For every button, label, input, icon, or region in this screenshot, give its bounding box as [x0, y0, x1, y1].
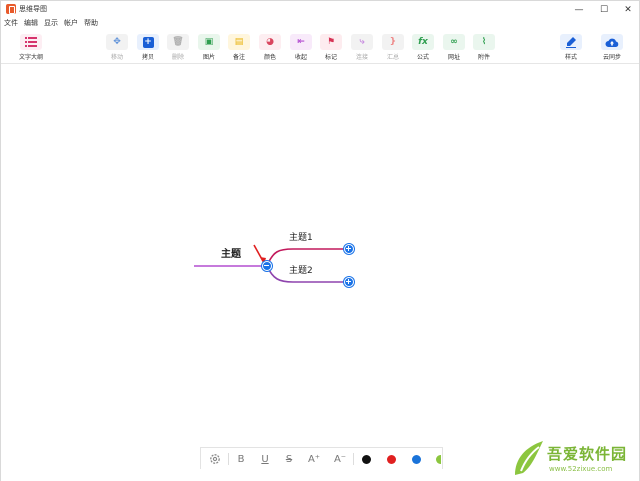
note-button[interactable]: ▤ 备注	[226, 34, 252, 61]
topic-node-2[interactable]: 主题2	[289, 263, 313, 276]
palette-icon: ◕	[259, 34, 281, 50]
sync-label: 云同步	[602, 54, 621, 61]
color-label: 颜色	[263, 54, 276, 61]
formula-label: 公式	[416, 54, 429, 61]
outline-button[interactable]: 文字大纲	[18, 34, 44, 61]
attachment-icon: ⌇	[473, 34, 495, 50]
app-window: 思维导图 — ☐ ✕ 文件 编辑 显示 帐户 帮助 文字大纲 ✥ 移动 + 拷贝	[0, 0, 640, 481]
link-button[interactable]: ∞ 网址	[441, 34, 467, 61]
attachment-button[interactable]: ⌇ 附件	[471, 34, 497, 61]
connect-button[interactable]: ⤷ 连接	[349, 34, 375, 61]
style-button[interactable]: 样式	[558, 34, 584, 61]
mindmap-canvas[interactable]: 主题 主题1 主题2	[1, 65, 639, 481]
note-label: 备注	[232, 54, 245, 61]
add-child-topic1[interactable]	[344, 244, 354, 254]
maximize-button[interactable]: ☐	[592, 1, 616, 18]
brush-icon	[560, 34, 582, 50]
trash-icon: 🗑	[167, 34, 189, 50]
window-title: 思维导图	[19, 5, 47, 13]
flag-icon: ⚑	[320, 34, 342, 50]
add-child-topic2[interactable]	[344, 277, 354, 287]
connect-label: 连接	[355, 54, 368, 61]
underline-button[interactable]: U	[257, 451, 273, 467]
watermark: 吾爱软件园 www.52zixue.com	[511, 439, 637, 479]
collapse-toggle-root[interactable]	[262, 261, 272, 271]
toolbar: 文字大纲 ✥ 移动 + 拷贝 🗑 删除 ▣ 图片 ▤ 备注 ◕ 颜色 ⇤ 收起 …	[1, 30, 639, 64]
menu-account[interactable]: 帐户	[61, 18, 81, 29]
color-swatch-green[interactable]	[436, 455, 441, 464]
formula-icon: fx	[412, 34, 434, 50]
summary-icon: }	[382, 34, 404, 50]
image-label: 图片	[202, 54, 215, 61]
flag-button[interactable]: ⚑ 标记	[318, 34, 344, 61]
menu-edit[interactable]: 编辑	[21, 18, 41, 29]
collapse-icon: ⇤	[290, 34, 312, 50]
link-label: 网址	[447, 54, 460, 61]
link-icon: ∞	[443, 34, 465, 50]
delete-button[interactable]: 🗑 删除	[165, 34, 191, 61]
attachment-label: 附件	[477, 54, 490, 61]
color-swatch-red[interactable]	[387, 455, 396, 464]
cloud-upload-icon	[601, 34, 623, 50]
divider	[228, 453, 229, 465]
text-format-bar: B U S A⁺ A⁻	[200, 447, 443, 469]
watermark-text: 吾爱软件园	[547, 445, 628, 463]
outline-label: 文字大纲	[18, 54, 43, 61]
topic-node-1[interactable]: 主题1	[289, 230, 313, 243]
formula-button[interactable]: fx 公式	[410, 34, 436, 61]
image-button[interactable]: ▣ 图片	[196, 34, 222, 61]
move-icon: ✥	[106, 34, 128, 50]
close-button[interactable]: ✕	[616, 1, 640, 18]
copy-label: 拷贝	[141, 54, 154, 61]
title-bar: 思维导图 — ☐ ✕	[1, 1, 639, 18]
copy-icon: +	[137, 34, 159, 50]
root-topic[interactable]: 主题	[221, 245, 241, 260]
app-logo-icon	[6, 4, 16, 14]
collapse-label: 收起	[294, 54, 307, 61]
font-size-increase-button[interactable]: A⁺	[305, 451, 323, 467]
menu-help[interactable]: 帮助	[81, 18, 101, 29]
watermark-logo-icon	[515, 441, 543, 475]
color-swatch-black[interactable]	[362, 455, 371, 464]
menu-bar: 文件 编辑 显示 帐户 帮助	[1, 18, 101, 29]
style-label: 样式	[564, 54, 577, 61]
collapse-button[interactable]: ⇤ 收起	[288, 34, 314, 61]
move-button[interactable]: ✥ 移动	[104, 34, 130, 61]
minimize-button[interactable]: —	[567, 1, 591, 18]
strikethrough-button[interactable]: S	[281, 451, 297, 467]
note-icon: ▤	[228, 34, 250, 50]
bold-button[interactable]: B	[233, 451, 249, 467]
menu-view[interactable]: 显示	[41, 18, 61, 29]
sync-button[interactable]: 云同步	[599, 34, 625, 61]
summary-label: 汇总	[386, 54, 399, 61]
font-size-decrease-button[interactable]: A⁻	[331, 451, 349, 467]
mindmap-branches	[194, 244, 347, 283]
summary-button[interactable]: } 汇总	[380, 34, 406, 61]
connect-icon: ⤷	[351, 34, 373, 50]
copy-button[interactable]: + 拷贝	[135, 34, 161, 61]
color-button[interactable]: ◕ 颜色	[257, 34, 283, 61]
settings-icon[interactable]	[207, 451, 223, 467]
menu-file[interactable]: 文件	[1, 18, 21, 29]
flag-label: 标记	[324, 54, 337, 61]
image-icon: ▣	[198, 34, 220, 50]
watermark-url: www.52zixue.com	[549, 465, 613, 473]
divider	[353, 453, 354, 465]
color-swatch-blue[interactable]	[412, 455, 421, 464]
delete-label: 删除	[171, 54, 184, 61]
move-label: 移动	[110, 54, 123, 61]
list-icon	[20, 34, 42, 50]
